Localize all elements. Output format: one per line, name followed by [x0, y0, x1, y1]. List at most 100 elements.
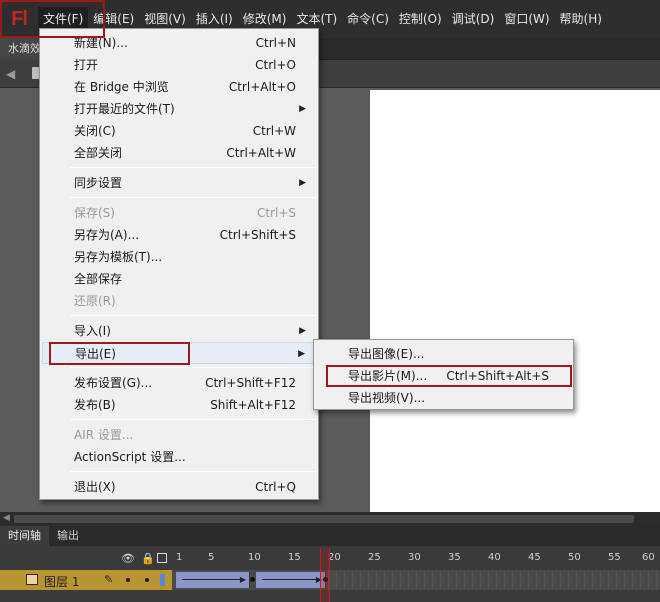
tab-output[interactable]: 输出: [49, 526, 87, 546]
layer-icon: [26, 574, 38, 585]
frame-ruler[interactable]: 1 5 10 15 20 25 30 35 40 45 50 55 60: [172, 546, 660, 570]
outline-color-swatch[interactable]: [160, 574, 165, 586]
submenu-arrow-icon: ▶: [298, 349, 305, 359]
menu-item-label: 退出(X): [74, 480, 116, 494]
document-tab[interactable]: 水滴效: [0, 38, 42, 60]
menu-control[interactable]: 控制(O): [394, 7, 447, 31]
motion-tween-span[interactable]: ▶: [256, 572, 326, 588]
submenu-arrow-icon: ▶: [299, 178, 306, 188]
frame-number: 40: [488, 552, 501, 563]
menu-item-browse-bridge[interactable]: 在 Bridge 中浏览 Ctrl+Alt+O: [42, 76, 316, 98]
menu-shortcut: Ctrl+Shift+Alt+S: [446, 369, 549, 383]
layer-label: 图层 1: [44, 575, 80, 589]
menu-shortcut: Ctrl+O: [255, 58, 296, 72]
menu-item-export-image[interactable]: 导出图像(E)...: [316, 343, 571, 365]
outline-icon[interactable]: [157, 553, 167, 563]
tab-timeline[interactable]: 时间轴: [0, 526, 49, 546]
menu-help[interactable]: 帮助(H): [555, 7, 607, 31]
menu-item-save-as[interactable]: 另存为(A)... Ctrl+Shift+S: [42, 224, 316, 246]
lock-dot[interactable]: [145, 578, 149, 582]
menu-item-export-movie[interactable]: 导出影片(M)... Ctrl+Shift+Alt+S: [316, 365, 571, 387]
menu-debug[interactable]: 调试(D): [447, 7, 500, 31]
menu-item-close-all[interactable]: 全部关闭 Ctrl+Alt+W: [42, 142, 316, 164]
menu-shortcut: Ctrl+Q: [255, 480, 296, 494]
menu-item-export-video[interactable]: 导出视频(V)...: [316, 387, 571, 409]
menu-item-save-all[interactable]: 全部保存: [42, 268, 316, 290]
menu-window[interactable]: 窗口(W): [499, 7, 554, 31]
frame-number: 55: [608, 552, 621, 563]
timeline-footer: [0, 590, 660, 602]
scroll-left-icon[interactable]: ◀: [3, 513, 10, 523]
menu-separator: [70, 419, 316, 420]
flash-logo: Fl: [11, 7, 28, 30]
empty-frames[interactable]: [328, 570, 660, 590]
menu-item-label: 另存为(A)...: [74, 228, 140, 242]
menu-item-close[interactable]: 关闭(C) Ctrl+W: [42, 120, 316, 142]
tween-line: [262, 579, 319, 580]
menu-shortcut: Shift+Alt+F12: [210, 398, 296, 412]
layer-row[interactable]: 图层 1 ✎ ▶ ▶: [0, 570, 660, 590]
menu-item-save[interactable]: 保存(S) Ctrl+S: [42, 202, 316, 224]
menu-item-open[interactable]: 打开 Ctrl+O: [42, 54, 316, 76]
menu-item-exit[interactable]: 退出(X) Ctrl+Q: [42, 476, 316, 498]
tween-line: [182, 579, 243, 580]
motion-tween-span[interactable]: ▶: [176, 572, 250, 588]
menu-item-air-settings[interactable]: AIR 设置...: [42, 424, 316, 446]
menu-item-label: 全部关闭: [74, 146, 123, 160]
menu-item-open-recent[interactable]: 打开最近的文件(T) ▶: [42, 98, 316, 120]
frame-number: 5: [208, 552, 215, 563]
menu-item-label: 发布(B): [74, 398, 116, 412]
timeline-header: 👁 🔒 1 5 10 15 20 25 30 35 40 45 50 55 60: [0, 546, 660, 570]
keyframe[interactable]: [250, 577, 255, 582]
menu-separator: [70, 167, 316, 168]
tween-arrow-icon: ▶: [239, 575, 246, 584]
menu-item-save-as-template[interactable]: 另存为模板(T)...: [42, 246, 316, 268]
scroll-thumb[interactable]: [14, 515, 634, 523]
layer-name-cell[interactable]: 图层 1 ✎: [0, 570, 172, 590]
frame-track[interactable]: ▶ ▶: [172, 570, 660, 590]
menu-item-label: 打开: [74, 58, 99, 72]
horizontal-scrollbar[interactable]: ◀: [0, 512, 660, 526]
menu-item-publish[interactable]: 发布(B) Shift+Alt+F12: [42, 394, 316, 416]
menu-item-label: 在 Bridge 中浏览: [74, 80, 169, 94]
menu-item-export[interactable]: 导出(E) ▶: [42, 342, 316, 364]
menu-item-actionscript-settings[interactable]: ActionScript 设置...: [42, 446, 316, 468]
menu-item-label: 全部保存: [74, 272, 123, 286]
menu-item-label: 打开最近的文件(T): [74, 102, 175, 116]
menu-shortcut: Ctrl+N: [255, 36, 296, 50]
menu-item-label: 还原(R): [74, 294, 116, 308]
pencil-icon: ✎: [104, 573, 114, 586]
playhead[interactable]: [320, 548, 330, 602]
export-submenu: 导出图像(E)... 导出影片(M)... Ctrl+Shift+Alt+S 导出…: [313, 339, 574, 410]
menu-item-label: 导出图像(E)...: [348, 347, 425, 361]
menu-item-import[interactable]: 导入(I) ▶: [42, 320, 316, 342]
menu-item-label: 导入(I): [74, 324, 111, 338]
menu-item-label: 同步设置: [74, 176, 123, 190]
menu-item-new[interactable]: 新建(N)... Ctrl+N: [42, 32, 316, 54]
visibility-dot[interactable]: [126, 578, 130, 582]
menu-shortcut: Ctrl+Shift+S: [219, 228, 296, 242]
menu-commands[interactable]: 命令(C): [342, 7, 394, 31]
frame-number: 10: [248, 552, 261, 563]
frame-number: 15: [288, 552, 301, 563]
menu-item-publish-settings[interactable]: 发布设置(G)... Ctrl+Shift+F12: [42, 372, 316, 394]
menu-item-label: 保存(S): [74, 206, 115, 220]
eye-icon[interactable]: 👁: [121, 552, 135, 565]
frame-number: 60: [642, 552, 655, 563]
lock-icon[interactable]: 🔒: [141, 552, 155, 565]
submenu-arrow-icon: ▶: [299, 104, 306, 114]
stage-canvas[interactable]: [370, 90, 660, 512]
frame-number: 30: [408, 552, 421, 563]
menu-item-label: AIR 设置...: [74, 428, 134, 442]
back-arrow-icon[interactable]: ◀: [6, 67, 15, 81]
menu-item-label: 导出影片(M)...: [348, 369, 428, 383]
menu-shortcut: Ctrl+Alt+W: [226, 146, 296, 160]
frame-number: 50: [568, 552, 581, 563]
menu-item-label: 关闭(C): [74, 124, 116, 138]
menu-separator: [70, 367, 316, 368]
frame-number: 35: [448, 552, 461, 563]
menu-item-revert[interactable]: 还原(R): [42, 290, 316, 312]
menu-separator: [70, 197, 316, 198]
menu-item-sync-settings[interactable]: 同步设置 ▶: [42, 172, 316, 194]
menu-item-label: 发布设置(G)...: [74, 376, 153, 390]
